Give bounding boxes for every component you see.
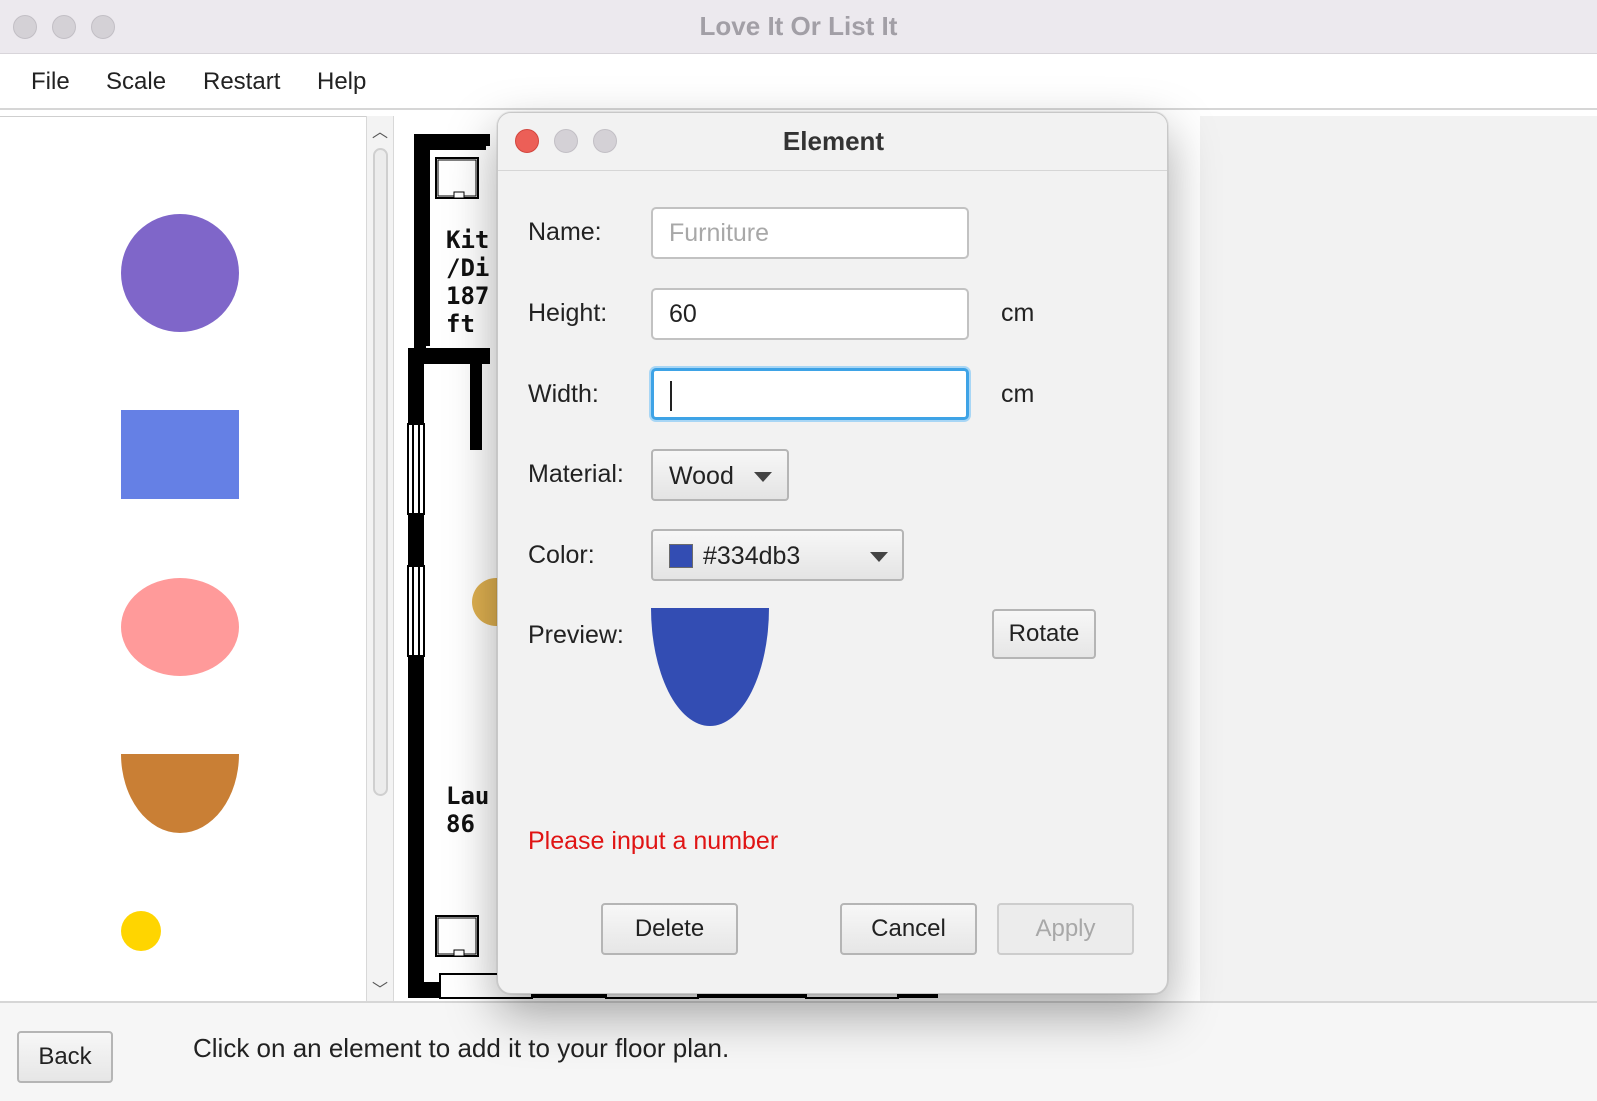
room-label-line: /Di — [446, 254, 490, 282]
room-label-line: Kit — [446, 226, 490, 254]
element-dialog: Element Name: Height: 60 cm Width: cm Ma… — [497, 112, 1168, 994]
palette-ellipse-element[interactable] — [121, 578, 239, 676]
material-select[interactable]: Wood — [651, 449, 789, 501]
scroll-down-icon[interactable]: ﹀ — [372, 976, 388, 1000]
chevron-down-icon — [754, 472, 772, 482]
right-empty-pane — [1200, 116, 1597, 1001]
room-label-line: 187 — [446, 282, 490, 310]
cancel-button[interactable]: Cancel — [840, 903, 977, 955]
app-window: Love It Or List It File Scale Restart He… — [0, 0, 1597, 1101]
room-label-laundry: Lau 86 — [446, 782, 489, 838]
width-unit: cm — [1001, 380, 1035, 408]
height-unit: cm — [1001, 299, 1035, 327]
room-label-line: ft — [446, 310, 475, 338]
room-label-line: 86 — [446, 810, 475, 838]
menu-file[interactable]: File — [31, 68, 70, 96]
apply-button[interactable]: Apply — [997, 903, 1134, 955]
delete-button[interactable]: Delete — [601, 903, 738, 955]
height-label: Height: — [528, 299, 608, 327]
menu-bar: File Scale Restart Help — [0, 54, 1597, 110]
name-input[interactable] — [651, 207, 969, 259]
palette-scrollbar[interactable]: ︿ ﹀ — [366, 116, 394, 1001]
room-label-line: Lau — [446, 782, 490, 810]
color-label: Color: — [528, 541, 595, 569]
bottom-bar: Back Click on an element to add it to yo… — [0, 1001, 1597, 1101]
chevron-down-icon — [870, 552, 888, 562]
scroll-up-icon[interactable]: ︿ — [372, 118, 388, 142]
palette-circle-element[interactable] — [121, 214, 239, 332]
color-picker[interactable]: #334db3 — [651, 529, 904, 581]
width-input[interactable] — [651, 368, 969, 420]
palette-half-ellipse-element[interactable] — [121, 754, 239, 833]
menu-scale[interactable]: Scale — [106, 68, 166, 96]
color-value: #334db3 — [703, 542, 801, 570]
window-title: Love It Or List It — [699, 11, 898, 41]
palette-rectangle-element[interactable] — [121, 410, 239, 499]
preview-label: Preview: — [528, 621, 624, 649]
color-swatch — [669, 544, 693, 568]
material-label: Material: — [528, 460, 624, 488]
text-cursor — [670, 381, 672, 412]
palette-small-circle-element[interactable] — [121, 911, 161, 951]
menu-restart[interactable]: Restart — [203, 68, 280, 96]
rotate-button[interactable]: Rotate — [992, 609, 1096, 659]
preview-shape — [651, 608, 769, 726]
width-label: Width: — [528, 380, 599, 408]
room-label-kitchen: Kit /Di 187 ft — [446, 226, 489, 338]
error-message: Please input a number — [528, 827, 779, 855]
name-label: Name: — [528, 218, 602, 246]
dialog-title-bar: Element — [498, 113, 1167, 171]
dialog-title: Element — [782, 126, 885, 156]
element-palette — [0, 116, 366, 1001]
scroll-thumb[interactable] — [373, 148, 388, 796]
back-button[interactable]: Back — [17, 1031, 113, 1083]
title-bar: Love It Or List It — [0, 0, 1597, 54]
menu-help[interactable]: Help — [317, 68, 366, 96]
material-value: Wood — [669, 462, 734, 490]
height-input[interactable]: 60 — [651, 288, 969, 340]
status-message: Click on an element to add it to your fl… — [193, 1033, 730, 1063]
